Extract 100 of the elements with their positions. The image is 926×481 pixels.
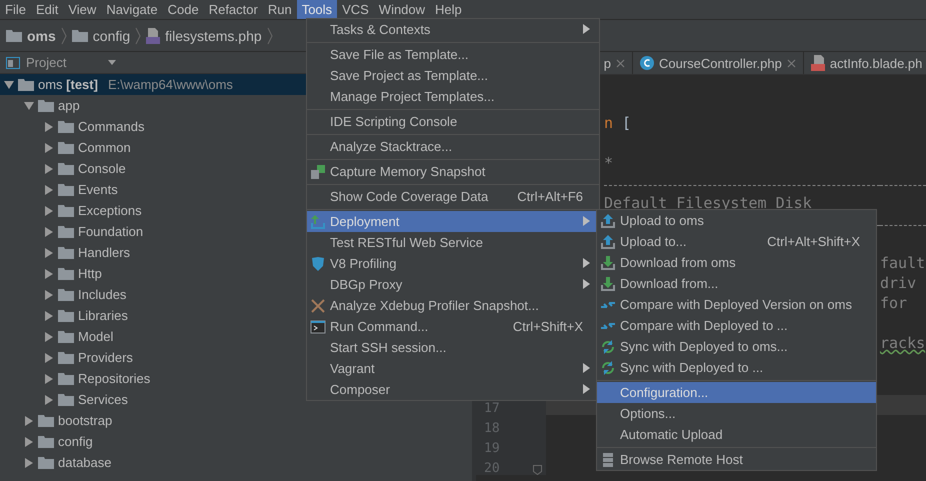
menu-item[interactable]: Download from oms	[597, 252, 876, 273]
folder-icon	[58, 204, 74, 217]
menu-item[interactable]: Sync with Deployed to oms...	[597, 336, 876, 357]
menu-item[interactable]: Configuration...	[597, 382, 876, 403]
collapsed-arrow-icon[interactable]	[24, 436, 34, 446]
code-text: fault	[880, 256, 926, 271]
menu-item[interactable]: Composer	[307, 379, 599, 400]
menu-bar-item[interactable]: View	[63, 0, 102, 19]
menu-item[interactable]: IDE Scripting Console	[307, 111, 599, 132]
blade-file-icon	[810, 55, 825, 71]
menu-item[interactable]: Options...	[597, 403, 876, 424]
folder-label: Common	[78, 140, 131, 155]
menu-bar-item[interactable]: Code	[162, 0, 204, 19]
download-icon	[600, 276, 616, 292]
menu-item[interactable]: Sync with Deployed to ...	[597, 357, 876, 378]
collapsed-arrow-icon[interactable]	[44, 206, 54, 216]
collapsed-arrow-icon[interactable]	[44, 290, 54, 300]
terminal-icon	[310, 318, 326, 334]
menu-item[interactable]: Upload to oms	[597, 210, 876, 231]
collapsed-arrow-icon[interactable]	[44, 248, 54, 258]
php-file-icon	[146, 28, 160, 44]
menu-bar-item[interactable]: Navigate	[101, 0, 163, 19]
submenu-arrow-icon	[583, 384, 590, 394]
collapsed-arrow-icon[interactable]	[44, 394, 54, 404]
close-icon[interactable]	[786, 58, 796, 68]
menu-bar-item[interactable]: File	[0, 0, 31, 19]
folder-icon	[6, 29, 22, 42]
class-icon	[640, 56, 654, 70]
tree-row[interactable]: database	[0, 452, 463, 473]
collapsed-arrow-icon[interactable]	[44, 374, 54, 384]
menu-item[interactable]: Deployment	[307, 211, 599, 232]
folder-label: app	[58, 98, 80, 113]
menu-item[interactable]: Upload to... Ctrl+Alt+Shift+X	[597, 231, 876, 252]
folder-icon	[38, 99, 54, 112]
folder-label: Events	[78, 182, 118, 197]
collapsed-arrow-icon[interactable]	[24, 458, 34, 468]
collapsed-arrow-icon[interactable]	[24, 416, 34, 426]
menu-item[interactable]: V8 Profiling	[307, 253, 599, 274]
menu-item[interactable]: Compare with Deployed to ...	[597, 315, 876, 336]
folder-label: bootstrap	[58, 413, 112, 428]
menu-item[interactable]: Analyze Stacktrace...	[307, 136, 599, 157]
menu-item[interactable]: Vagrant	[307, 358, 599, 379]
folder-icon	[58, 120, 74, 133]
collapsed-arrow-icon[interactable]	[44, 122, 54, 132]
menu-bar-item[interactable]: Window	[374, 0, 430, 19]
menu-item[interactable]: Save File as Template...	[307, 44, 599, 65]
menu-item[interactable]: Browse Remote Host	[597, 449, 876, 470]
collapsed-arrow-icon[interactable]	[44, 142, 54, 152]
breadcrumb-item[interactable]: config	[92, 28, 130, 44]
shortcut-label: Ctrl+Shift+X	[512, 319, 583, 334]
menu-bar-item[interactable]: Help	[430, 0, 467, 19]
folder-icon	[58, 225, 74, 238]
menu-item[interactable]: Start SSH session...	[307, 337, 599, 358]
collapsed-arrow-icon[interactable]	[44, 332, 54, 342]
menu-item[interactable]: Download from...	[597, 273, 876, 294]
project-icon	[6, 56, 20, 68]
collapsed-arrow-icon[interactable]	[44, 226, 54, 236]
menu-item[interactable]: Capture Memory Snapshot	[307, 161, 599, 182]
tree-row[interactable]: bootstrap	[0, 410, 463, 431]
collapsed-arrow-icon[interactable]	[44, 164, 54, 174]
menu-item[interactable]: Tasks & Contexts	[307, 19, 599, 40]
folder-icon	[58, 288, 74, 301]
expanded-arrow-icon[interactable]	[24, 100, 34, 110]
menu-bar-item[interactable]: Tools	[296, 0, 338, 19]
folder-label: oms [test]	[38, 77, 98, 92]
close-icon[interactable]	[616, 58, 625, 68]
menu-item[interactable]: DBGp Proxy	[307, 274, 599, 295]
chevron-right-icon	[60, 26, 67, 44]
menu-bar-item[interactable]: Run	[262, 0, 297, 19]
menu-item[interactable]: Test RESTful Web Service	[307, 232, 599, 253]
menu-bar-item[interactable]: Edit	[30, 0, 64, 19]
menu-item[interactable]: Show Code Coverage Data Ctrl+Alt+F6	[307, 186, 599, 207]
panel-title[interactable]: Project	[26, 55, 66, 70]
collapsed-arrow-icon[interactable]	[44, 184, 54, 194]
folder-icon	[72, 29, 88, 42]
fold-marker-icon[interactable]	[533, 465, 542, 475]
menu-item[interactable]: Run Command... Ctrl+Shift+X	[307, 316, 599, 337]
folder-label: Providers	[78, 350, 133, 365]
folder-icon	[58, 330, 74, 343]
collapsed-arrow-icon[interactable]	[44, 352, 54, 362]
breadcrumb-item[interactable]: oms	[27, 28, 56, 44]
menu-item[interactable]: Analyze Xdebug Profiler Snapshot...	[307, 295, 599, 316]
menu-item[interactable]: Automatic Upload	[597, 424, 876, 445]
folder-icon	[58, 162, 74, 175]
editor-tab[interactable]: actInfo.blade.ph	[804, 52, 926, 74]
breadcrumb-item[interactable]: filesystems.php	[165, 28, 262, 44]
dropdown-caret-icon[interactable]	[108, 60, 116, 65]
menu-bar-item[interactable]: VCS	[337, 0, 374, 19]
collapsed-arrow-icon[interactable]	[44, 268, 54, 278]
tree-row[interactable]: config	[0, 431, 463, 452]
folder-icon	[58, 309, 74, 322]
expanded-arrow-icon[interactable]	[4, 80, 14, 90]
folder-label: Model	[78, 329, 114, 344]
shortcut-label: Ctrl+Alt+Shift+X	[766, 234, 860, 249]
menu-bar-item[interactable]: Refactor	[204, 0, 263, 19]
menu-item[interactable]: Compare with Deployed Version on oms	[597, 294, 876, 315]
upload-icon	[600, 234, 616, 250]
editor-tab[interactable]: CourseController.php	[633, 52, 804, 74]
collapsed-arrow-icon[interactable]	[44, 310, 54, 320]
submenu-arrow-icon	[583, 216, 590, 226]
